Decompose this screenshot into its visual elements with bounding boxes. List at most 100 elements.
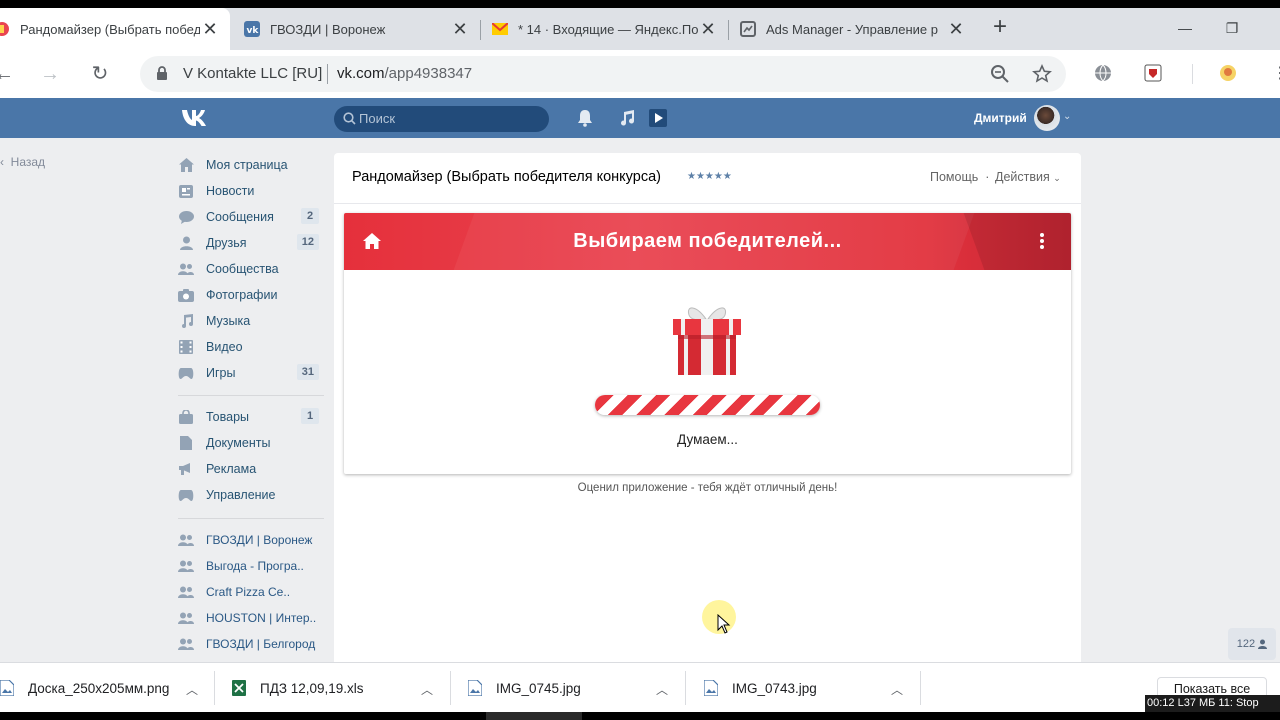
home-icon [178, 157, 194, 173]
download-filename: ПДЗ 12,09,19.xls [260, 680, 364, 696]
tab-separator [480, 20, 481, 40]
download-item[interactable]: ПДЗ 12,09,19.xls ︿ [232, 663, 450, 713]
excel-file-icon [232, 680, 246, 696]
browser-tab-strip: Рандомайзер (Выбрать побед ✕ vk ГВОЗДИ |… [0, 8, 1280, 50]
menu-separator [178, 518, 324, 519]
chrome-menu-icon[interactable]: ⋮ [1268, 62, 1280, 86]
download-item[interactable]: IMG_0745.jpg ︿ [468, 663, 684, 713]
bell-icon[interactable] [576, 109, 594, 127]
menu-item-games[interactable]: Игры 31 [178, 360, 324, 386]
menu-item-groups[interactable]: Сообщества [178, 256, 324, 282]
toolbar-divider [1192, 64, 1193, 84]
menu-label: Управление [206, 488, 276, 502]
download-separator [450, 671, 451, 705]
actions-label: Действия [995, 170, 1050, 184]
download-item[interactable]: Доска_250х205мм.png ︿ [0, 663, 214, 713]
address-bar[interactable]: V Kontakte LLC [RU] vk.com/app4938347 [140, 56, 1066, 92]
globe-extension-icon[interactable] [1094, 64, 1112, 82]
browser-toolbar: ← → ↻ V Kontakte LLC [RU] vk.com/app4938… [0, 50, 1280, 98]
menu-item-friends[interactable]: Друзья 12 [178, 230, 324, 256]
vk-search-input[interactable]: Поиск [334, 106, 549, 132]
menu-item-video[interactable]: Видео [178, 334, 324, 360]
menu-item-documents[interactable]: Документы [178, 430, 324, 456]
download-item[interactable]: IMG_0743.jpg ︿ [704, 663, 920, 713]
back-link[interactable]: ‹ Назад [0, 155, 45, 169]
app-favicon-icon [0, 21, 10, 37]
menu-label: Друзья [206, 236, 247, 250]
restore-window-icon[interactable]: ❐ [1220, 20, 1244, 40]
reload-icon[interactable]: ↻ [88, 62, 112, 86]
news-icon [178, 183, 194, 199]
zoom-icon[interactable] [990, 64, 1010, 84]
close-tab-icon[interactable]: ✕ [698, 19, 718, 39]
community-item[interactable]: HOUSTON | Интер.. [178, 605, 324, 631]
footer-note: Оценил приложение - тебя ждёт отличный д… [577, 482, 838, 494]
menu-item-my-page[interactable]: Моя страница [178, 152, 324, 178]
menu-label: Документы [206, 436, 271, 450]
messages-count-badge: 2 [301, 208, 319, 224]
back-label: Назад [10, 155, 46, 169]
tab-ads-manager[interactable]: Ads Manager - Управление р ✕ [740, 8, 976, 50]
menu-item-ads[interactable]: Реклама [178, 456, 324, 482]
community-label: ГВОЗДИ | Воронеж [206, 533, 313, 547]
user-name[interactable]: Дмитрий [974, 111, 1027, 125]
community-item[interactable]: Выгода - Програ.. [178, 553, 324, 579]
randomizer-header: Выбираем победителей... [344, 213, 1071, 270]
chevron-down-icon[interactable]: ⌄ [1063, 111, 1071, 122]
recorder-status: 00:12 L37 МБ 11: Stop [1145, 695, 1280, 712]
bag-icon [178, 409, 194, 425]
profile-extension-icon[interactable] [1219, 64, 1237, 82]
tab-title: ГВОЗДИ | Воронеж [270, 21, 386, 37]
tab-yandex-mail[interactable]: * 14 · Входящие — Яндекс.По ✕ [492, 8, 728, 50]
url-text: vk.com/app4938347 [337, 65, 472, 82]
online-friends-counter[interactable]: 122 [1228, 628, 1276, 660]
minimize-window-icon[interactable]: — [1173, 20, 1197, 40]
new-tab-plus-icon[interactable]: + [988, 15, 1012, 40]
chevron-up-icon[interactable]: ︿ [656, 681, 668, 698]
tab-separator [728, 20, 729, 40]
play-icon[interactable] [649, 109, 667, 127]
shield-extension-icon[interactable] [1144, 64, 1162, 82]
menu-item-goods[interactable]: Товары 1 [178, 404, 324, 430]
tab-title: Рандомайзер (Выбрать побед [20, 21, 200, 37]
menu-item-music[interactable]: Музыка [178, 308, 324, 334]
menu-item-messages[interactable]: Сообщения 2 [178, 204, 324, 230]
menu-item-news[interactable]: Новости [178, 178, 324, 204]
header-divider [334, 203, 1081, 204]
avatar[interactable] [1034, 105, 1060, 131]
community-item[interactable]: ГВОЗДИ | Воронеж [178, 527, 324, 553]
chevron-up-icon[interactable]: ︿ [421, 681, 433, 698]
camera-icon [178, 287, 194, 303]
bookmark-star-icon[interactable] [1032, 64, 1052, 84]
menu-label: Сообщения [206, 210, 274, 224]
close-tab-icon[interactable]: ✕ [450, 19, 470, 39]
community-label: Выгода - Програ.. [206, 559, 304, 573]
close-tab-icon[interactable]: ✕ [200, 19, 220, 39]
music-note-icon[interactable] [618, 109, 636, 127]
download-separator [214, 671, 215, 705]
menu-label: Видео [206, 340, 243, 354]
help-link[interactable]: Помощь · [930, 170, 989, 184]
vk-logo-icon[interactable] [180, 107, 212, 133]
actions-dropdown[interactable]: Действия ⌄ [995, 170, 1061, 184]
mail-favicon-icon [492, 21, 508, 37]
site-identity: V Kontakte LLC [RU] [183, 65, 323, 82]
menu-item-photos[interactable]: Фотографии [178, 282, 324, 308]
menu-item-manage[interactable]: Управление [178, 482, 324, 508]
rating-stars: ★★★★★ [687, 171, 732, 182]
tab-gvozdi[interactable]: vk ГВОЗДИ | Воронеж ✕ [244, 8, 480, 50]
download-filename: IMG_0745.jpg [496, 680, 581, 696]
tab-randomizer[interactable]: Рандомайзер (Выбрать побед ✕ [0, 8, 230, 50]
close-tab-icon[interactable]: ✕ [946, 19, 966, 39]
forward-arrow-icon[interactable]: → [38, 62, 62, 86]
download-bar: Доска_250х205мм.png ︿ ПДЗ 12,09,19.xls ︿… [0, 662, 1280, 712]
url-path: /app4938347 [384, 65, 473, 82]
download-filename: IMG_0743.jpg [732, 680, 817, 696]
chevron-up-icon[interactable]: ︿ [891, 681, 903, 698]
community-item[interactable]: Craft Pizza Ce.. [178, 579, 324, 605]
community-item[interactable]: ГВОЗДИ | Белгород [178, 631, 324, 657]
more-vertical-icon[interactable] [1040, 233, 1044, 249]
goods-count-badge: 1 [301, 408, 319, 424]
back-arrow-icon[interactable]: ← [0, 62, 16, 86]
chevron-up-icon[interactable]: ︿ [186, 681, 198, 698]
